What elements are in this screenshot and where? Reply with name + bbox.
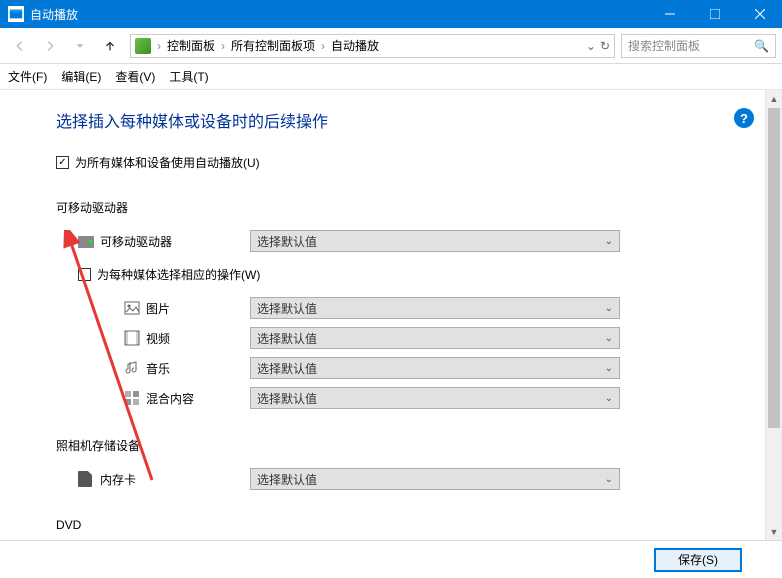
breadcrumb-sep: › (155, 39, 163, 53)
drive-icon (78, 234, 100, 248)
memory-card-label: 内存卡 (100, 471, 250, 488)
title-bar: 自动播放 (0, 0, 782, 28)
refresh-icon[interactable]: ↻ (600, 39, 610, 53)
search-placeholder: 搜索控制面板 (628, 37, 700, 54)
use-autoplay-label: 为所有媒体和设备使用自动播放(U) (75, 154, 260, 171)
videos-label: 视频 (146, 330, 250, 347)
breadcrumb-item[interactable]: 控制面板 (167, 37, 215, 54)
videos-icon (124, 330, 146, 346)
control-panel-icon (135, 38, 151, 54)
chevron-down-icon: ⌄ (605, 333, 613, 344)
chevron-down-icon: ⌄ (605, 393, 613, 404)
pictures-label: 图片 (146, 300, 250, 317)
menu-bar: 文件(F) 编辑(E) 查看(V) 工具(T) (0, 64, 782, 90)
footer: 保存(S) (0, 540, 782, 578)
close-button[interactable] (737, 0, 782, 28)
menu-view[interactable]: 查看(V) (115, 68, 155, 85)
section-removable-drives: 可移动驱动器 (56, 199, 754, 216)
mixed-select[interactable]: 选择默认值⌄ (250, 387, 620, 409)
removable-drive-label: 可移动驱动器 (100, 233, 250, 250)
scroll-up-icon[interactable]: ▲ (766, 90, 782, 107)
save-button[interactable]: 保存(S) (654, 548, 742, 572)
forward-button[interactable] (36, 32, 64, 60)
chevron-down-icon: ⌄ (605, 363, 613, 374)
use-autoplay-checkbox[interactable] (56, 156, 69, 169)
music-select[interactable]: 选择默认值⌄ (250, 357, 620, 379)
recent-button[interactable] (66, 32, 94, 60)
pictures-select[interactable]: 选择默认值⌄ (250, 297, 620, 319)
memory-card-icon (78, 471, 100, 487)
help-icon[interactable]: ? (734, 108, 754, 128)
section-dvd: DVD (56, 518, 754, 532)
up-button[interactable] (96, 32, 124, 60)
breadcrumb-item[interactable]: 自动播放 (331, 37, 379, 54)
minimize-button[interactable] (647, 0, 692, 28)
videos-select[interactable]: 选择默认值⌄ (250, 327, 620, 349)
address-bar-row: › 控制面板 › 所有控制面板项 › 自动播放 ⌄ ↻ 搜索控制面板 🔍 (0, 28, 782, 64)
chevron-down-icon[interactable]: ⌄ (586, 39, 596, 53)
menu-file[interactable]: 文件(F) (8, 68, 47, 85)
chevron-down-icon: ⌄ (605, 303, 613, 314)
scrollbar-thumb[interactable] (768, 108, 780, 428)
pictures-icon (124, 300, 146, 316)
back-button[interactable] (6, 32, 34, 60)
maximize-button[interactable] (692, 0, 737, 28)
chevron-down-icon: ⌄ (605, 474, 613, 485)
memory-card-select[interactable]: 选择默认值⌄ (250, 468, 620, 490)
app-icon (8, 6, 24, 22)
music-icon (124, 360, 146, 376)
search-input[interactable]: 搜索控制面板 🔍 (621, 34, 776, 58)
menu-edit[interactable]: 编辑(E) (61, 68, 101, 85)
menu-tools[interactable]: 工具(T) (169, 68, 208, 85)
scroll-down-icon[interactable]: ▼ (766, 523, 782, 540)
removable-drive-select[interactable]: 选择默认值⌄ (250, 230, 620, 252)
search-icon: 🔍 (754, 39, 769, 53)
per-media-checkbox[interactable] (78, 268, 91, 281)
chevron-down-icon: ⌄ (605, 236, 613, 247)
vertical-scrollbar[interactable]: ▲ ▼ (765, 90, 782, 540)
mixed-icon (124, 390, 146, 406)
page-title: 选择插入每种媒体或设备时的后续操作 (56, 108, 754, 132)
window-title: 自动播放 (30, 6, 647, 23)
address-bar[interactable]: › 控制面板 › 所有控制面板项 › 自动播放 ⌄ ↻ (130, 34, 615, 58)
music-label: 音乐 (146, 360, 250, 377)
section-camera-storage: 照相机存储设备 (56, 437, 754, 454)
per-media-label: 为每种媒体选择相应的操作(W) (97, 266, 260, 283)
mixed-label: 混合内容 (146, 390, 250, 407)
content-area: ? 选择插入每种媒体或设备时的后续操作 为所有媒体和设备使用自动播放(U) 可移… (0, 90, 782, 540)
breadcrumb-item[interactable]: 所有控制面板项 (231, 37, 315, 54)
